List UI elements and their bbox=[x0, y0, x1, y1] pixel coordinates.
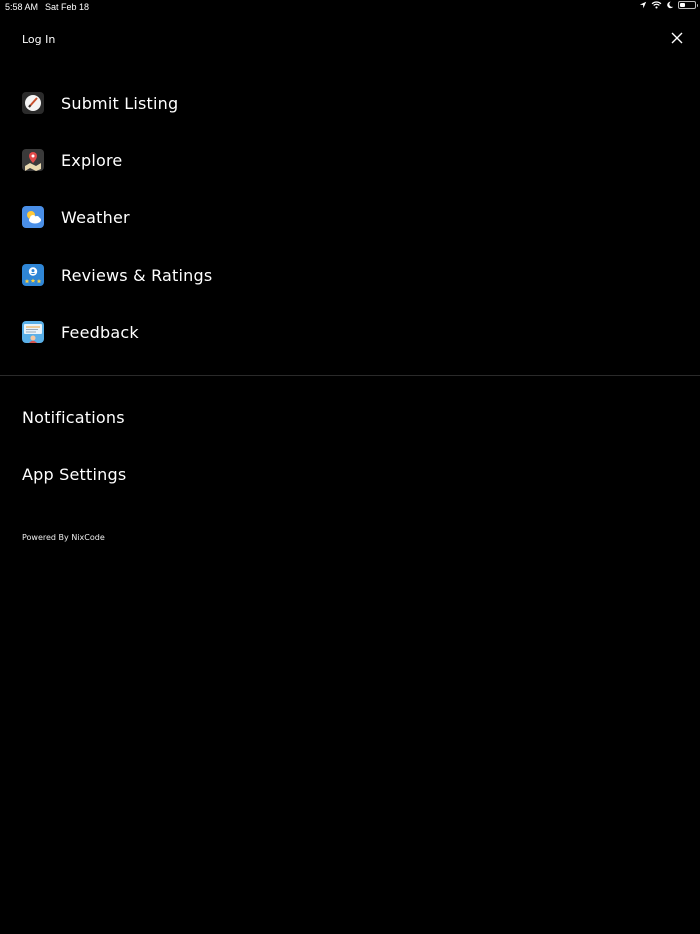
wifi-icon bbox=[651, 1, 662, 9]
reviews-ratings-icon bbox=[22, 264, 44, 286]
feedback-icon bbox=[22, 321, 44, 343]
notifications-link[interactable]: Notifications bbox=[22, 408, 125, 427]
menu-item-label: Feedback bbox=[61, 322, 139, 342]
battery-icon bbox=[678, 1, 698, 9]
menu-item-explore[interactable]: Explore bbox=[22, 149, 122, 171]
menu-divider bbox=[0, 375, 700, 376]
moon-icon bbox=[666, 1, 674, 9]
menu-item-label: Weather bbox=[61, 207, 130, 227]
menu-item-reviews-ratings[interactable]: Reviews & Ratings bbox=[22, 264, 212, 286]
location-icon bbox=[639, 1, 647, 9]
status-time: 5:58 AM bbox=[5, 2, 39, 12]
battery-level bbox=[680, 3, 685, 7]
app-settings-link[interactable]: App Settings bbox=[22, 465, 126, 484]
status-date: Sat Feb 18 bbox=[45, 2, 90, 12]
weather-icon bbox=[22, 206, 44, 228]
explore-map-icon bbox=[22, 149, 44, 171]
menu-item-weather[interactable]: Weather bbox=[22, 206, 130, 228]
status-bar: 5:58 AM Sat Feb 18 bbox=[0, 0, 700, 14]
submit-listing-icon bbox=[22, 92, 44, 114]
menu-item-label: Submit Listing bbox=[61, 93, 179, 113]
login-link[interactable]: Log In bbox=[22, 33, 55, 46]
menu-item-submit-listing[interactable]: Submit Listing bbox=[22, 92, 178, 114]
close-button[interactable] bbox=[670, 30, 684, 44]
close-icon bbox=[671, 32, 683, 44]
menu-item-label: Explore bbox=[61, 150, 123, 170]
menu-item-feedback[interactable]: Feedback bbox=[22, 321, 139, 343]
menu-item-label: Reviews & Ratings bbox=[61, 265, 213, 285]
status-icons bbox=[639, 1, 698, 9]
powered-by-text: Powered By NixCode bbox=[22, 533, 105, 542]
